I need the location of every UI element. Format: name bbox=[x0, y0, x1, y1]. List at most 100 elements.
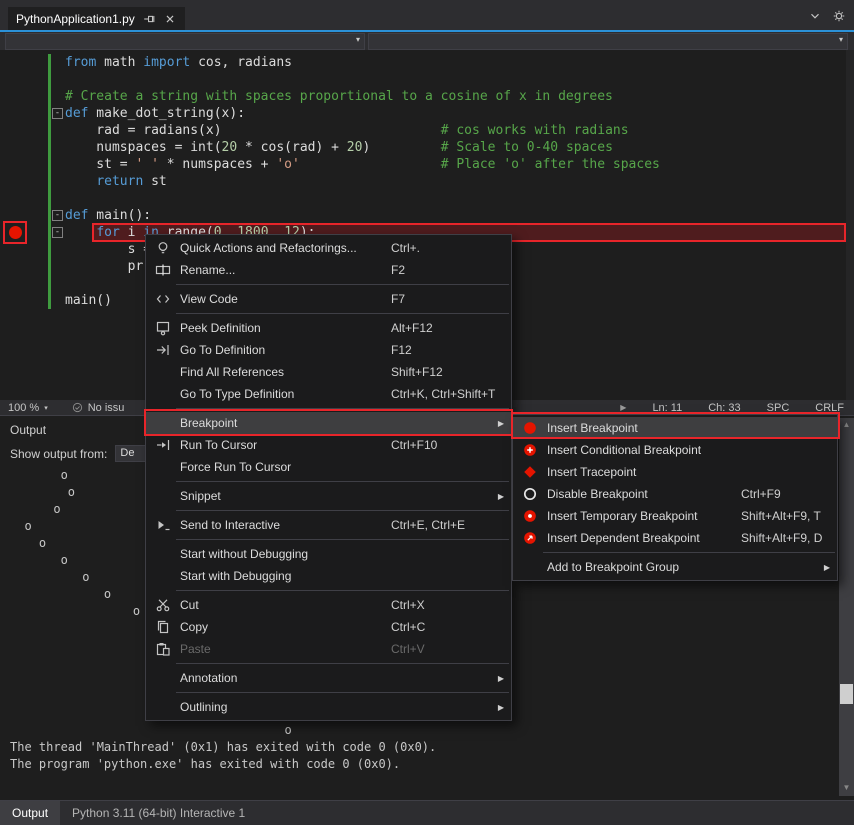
menu-item-shortcut: Ctrl+E, Ctrl+E bbox=[391, 518, 465, 532]
settings-gear-icon[interactable] bbox=[832, 9, 846, 23]
menu-item-cut[interactable]: CutCtrl+X bbox=[146, 594, 511, 616]
navigation-dropdown-left[interactable]: ▾ bbox=[5, 33, 365, 50]
spaces-indicator[interactable]: SPC bbox=[767, 402, 790, 414]
menu-separator bbox=[176, 692, 509, 693]
code-line: st = ' ' * numspaces + 'o' # Place 'o' a… bbox=[65, 156, 846, 173]
menu-item-start-with-debugging[interactable]: Start with Debugging bbox=[146, 565, 511, 587]
menu-item-shortcut: Ctrl+V bbox=[391, 642, 425, 656]
blank-icon bbox=[155, 670, 171, 686]
document-health-indicator[interactable]: No issu bbox=[72, 402, 125, 414]
menu-separator bbox=[176, 284, 509, 285]
breakpoint-disabled-icon bbox=[522, 486, 538, 502]
menu-item-go-to-definition[interactable]: Go To DefinitionF12 bbox=[146, 339, 511, 361]
document-tab-title: PythonApplication1.py bbox=[16, 12, 135, 26]
menu-item-annotation[interactable]: Annotation▶ bbox=[146, 667, 511, 689]
menu-item-outlining[interactable]: Outlining▶ bbox=[146, 696, 511, 718]
send-interactive-icon bbox=[155, 517, 171, 533]
document-tab[interactable]: PythonApplication1.py bbox=[8, 7, 185, 30]
menu-item-insert-tracepoint[interactable]: Insert Tracepoint bbox=[513, 461, 837, 483]
code-line: rad = radians(x) # cos works with radian… bbox=[65, 122, 846, 139]
menu-item-label: Start with Debugging bbox=[180, 569, 291, 583]
menu-item-copy[interactable]: CopyCtrl+C bbox=[146, 616, 511, 638]
menu-item-snippet[interactable]: Snippet▶ bbox=[146, 485, 511, 507]
code-line bbox=[65, 190, 846, 207]
column-indicator[interactable]: Ch: 33 bbox=[708, 402, 740, 414]
line-ending-indicator[interactable]: CRLF bbox=[815, 402, 844, 414]
go-to-definition-icon bbox=[155, 342, 171, 358]
line-indicator[interactable]: Ln: 11 bbox=[652, 402, 682, 414]
code-text: # Create a string with spaces proportion… bbox=[65, 89, 613, 104]
tool-window-tab-python-3-11-64-bit-interactive-1[interactable]: Python 3.11 (64-bit) Interactive 1 bbox=[60, 801, 257, 825]
code-line: numspaces = int(20 * cos(rad) + 20) # Sc… bbox=[65, 139, 846, 156]
menu-item-insert-dependent-breakpoint[interactable]: Insert Dependent BreakpointShift+Alt+F9,… bbox=[513, 527, 837, 549]
run-to-cursor-icon bbox=[155, 437, 171, 453]
breakpoint-glyph[interactable] bbox=[9, 226, 22, 239]
code-line: # Create a string with spaces proportion… bbox=[65, 88, 846, 105]
hscroll-right-arrow-icon[interactable]: ▶ bbox=[620, 403, 626, 412]
blank-icon bbox=[155, 546, 171, 562]
menu-item-insert-breakpoint[interactable]: Insert Breakpoint bbox=[513, 417, 837, 439]
menu-item-shortcut: Ctrl+F10 bbox=[391, 438, 437, 452]
menu-item-force-run-to-cursor[interactable]: Force Run To Cursor bbox=[146, 456, 511, 478]
blank-icon bbox=[155, 459, 171, 475]
menu-separator bbox=[176, 539, 509, 540]
menu-item-start-without-debugging[interactable]: Start without Debugging bbox=[146, 543, 511, 565]
scrollbar-thumb[interactable] bbox=[840, 684, 853, 704]
menu-item-shortcut: Ctrl+. bbox=[391, 241, 420, 255]
output-vertical-scrollbar[interactable]: ▲ ▼ bbox=[839, 418, 854, 796]
menu-item-disable-breakpoint[interactable]: Disable BreakpointCtrl+F9 bbox=[513, 483, 837, 505]
menu-item-label: Insert Breakpoint bbox=[547, 421, 638, 435]
menu-separator bbox=[176, 408, 509, 409]
breakpoint-conditional-icon bbox=[522, 442, 538, 458]
menu-item-label: Paste bbox=[180, 642, 211, 656]
menu-item-label: Rename... bbox=[180, 263, 235, 277]
close-icon[interactable] bbox=[163, 12, 177, 26]
code-text: rad = radians(x) # cos works with radian… bbox=[65, 123, 629, 138]
menu-item-shortcut: Shift+Alt+F9, T bbox=[741, 509, 821, 523]
scroll-down-arrow-icon[interactable]: ▼ bbox=[839, 783, 854, 792]
chevron-down-icon: ▾ bbox=[44, 404, 48, 412]
menu-item-go-to-type-definition[interactable]: Go To Type DefinitionCtrl+K, Ctrl+Shift+… bbox=[146, 383, 511, 405]
menu-item-insert-temporary-breakpoint[interactable]: Insert Temporary Breakpoint Shift+Alt+F9,… bbox=[513, 505, 837, 527]
menu-item-label: Snippet bbox=[180, 489, 221, 503]
menu-separator bbox=[176, 510, 509, 511]
menu-item-label: Insert Temporary Breakpoint bbox=[547, 509, 698, 523]
menu-item-insert-conditional-breakpoint[interactable]: Insert Conditional Breakpoint bbox=[513, 439, 837, 461]
menu-item-peek-definition[interactable]: Peek DefinitionAlt+F12 bbox=[146, 317, 511, 339]
code-text: pr bbox=[65, 259, 143, 274]
menu-item-label: Insert Dependent Breakpoint bbox=[547, 531, 700, 545]
menu-item-view-code[interactable]: View CodeF7 bbox=[146, 288, 511, 310]
editor-vertical-scrollbar[interactable] bbox=[846, 50, 854, 400]
menu-item-find-all-references[interactable]: Find All ReferencesShift+F12 bbox=[146, 361, 511, 383]
menu-item-label: Cut bbox=[180, 598, 199, 612]
fold-collapse-icon[interactable]: - bbox=[52, 227, 63, 238]
menu-item-add-to-breakpoint-group[interactable]: Add to Breakpoint Group▶ bbox=[513, 556, 837, 578]
menu-separator bbox=[176, 313, 509, 314]
pin-icon[interactable] bbox=[142, 12, 156, 26]
fold-collapse-icon[interactable]: - bbox=[52, 210, 63, 221]
breakpoint-icon bbox=[522, 420, 538, 436]
submenu-arrow-icon: ▶ bbox=[498, 419, 504, 428]
menu-item-paste[interactable]: Paste Ctrl+V bbox=[146, 638, 511, 660]
menu-item-label: Go To Type Definition bbox=[180, 387, 294, 401]
menu-item-rename[interactable]: Rename...F2 bbox=[146, 259, 511, 281]
chevron-down-icon: ▾ bbox=[356, 35, 360, 44]
blank-icon bbox=[155, 386, 171, 402]
menu-item-breakpoint[interactable]: Breakpoint▶ bbox=[146, 412, 511, 434]
menu-item-send-to-interactive[interactable]: Send to InteractiveCtrl+E, Ctrl+E bbox=[146, 514, 511, 536]
code-line: return st bbox=[65, 173, 846, 190]
code-text: return st bbox=[65, 174, 167, 189]
submenu-arrow-icon: ▶ bbox=[824, 563, 830, 572]
fold-collapse-icon[interactable]: - bbox=[52, 108, 63, 119]
menu-item-quick-actions-and-refactorings[interactable]: Quick Actions and Refactorings... Ctrl+. bbox=[146, 237, 511, 259]
scroll-up-arrow-icon[interactable]: ▲ bbox=[839, 420, 854, 429]
menu-item-label: Insert Conditional Breakpoint bbox=[547, 443, 701, 457]
zoom-control[interactable]: 100 % ▾ bbox=[8, 402, 48, 414]
chevron-down-icon[interactable] bbox=[808, 9, 822, 23]
code-text: from math import cos, radians bbox=[65, 55, 292, 70]
menu-item-run-to-cursor[interactable]: Run To CursorCtrl+F10 bbox=[146, 434, 511, 456]
menu-item-label: Quick Actions and Refactorings... bbox=[180, 241, 357, 255]
tool-window-tab-output[interactable]: Output bbox=[0, 801, 60, 825]
navigation-dropdown-right[interactable]: ▾ bbox=[368, 33, 848, 50]
copy-icon bbox=[155, 619, 171, 635]
